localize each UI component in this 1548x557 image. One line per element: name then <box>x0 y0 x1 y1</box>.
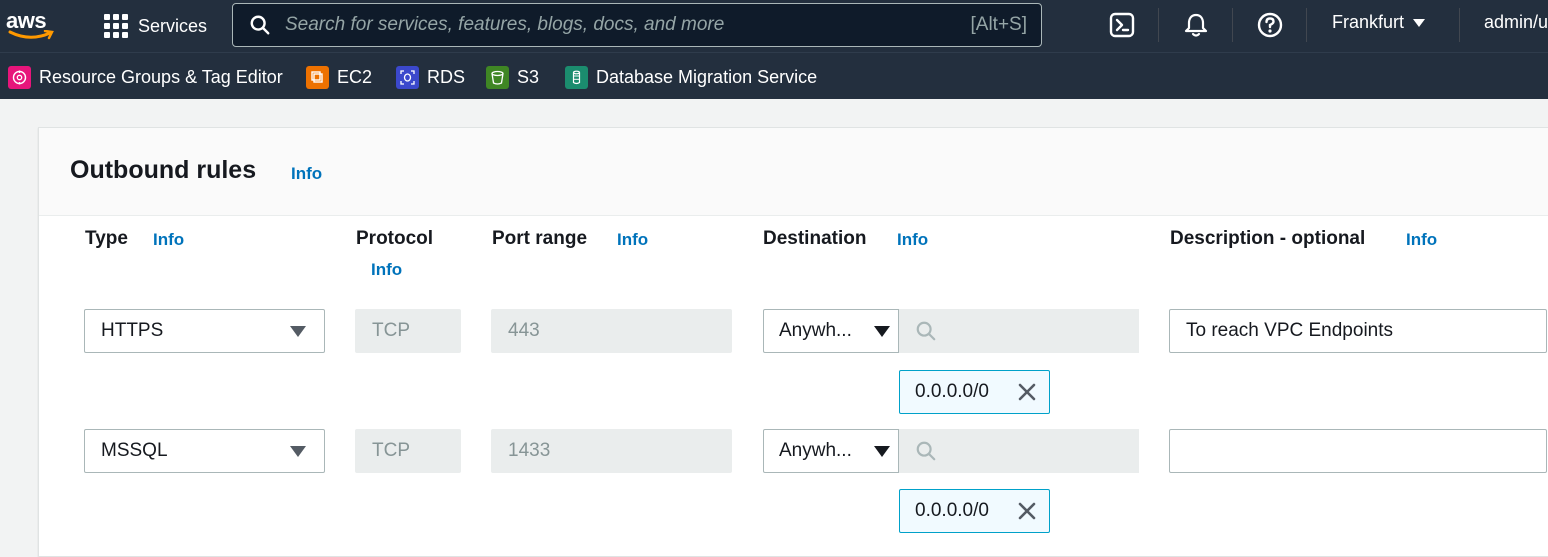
rule-type-select[interactable]: HTTPS <box>84 309 325 353</box>
panel-header: Outbound rules Info <box>39 128 1548 216</box>
nav-divider <box>1158 8 1159 42</box>
rds-icon <box>396 65 419 89</box>
search-icon <box>250 15 270 35</box>
caret-down-icon <box>1413 18 1426 27</box>
caret-down-icon <box>290 326 306 337</box>
rule-destination-cidr-search[interactable] <box>899 429 1139 473</box>
port-range-info-link[interactable]: Info <box>617 230 648 250</box>
type-info-link[interactable]: Info <box>153 230 184 250</box>
rule-type-value: MSSQL <box>101 440 168 461</box>
column-header-port-range: Port range <box>492 228 588 249</box>
aws-logo[interactable]: aws <box>6 8 56 42</box>
rule-description-input[interactable] <box>1169 309 1547 353</box>
services-menu-button[interactable]: Services <box>104 12 207 40</box>
services-grid-icon <box>104 14 128 38</box>
bell-icon[interactable] <box>1182 11 1210 39</box>
nav-divider <box>1306 8 1307 42</box>
favorite-label: RDS <box>427 66 466 87</box>
column-header-protocol: Protocol <box>356 228 434 249</box>
favorite-label: Database Migration Service <box>596 66 818 87</box>
favorite-resource-groups[interactable]: Resource Groups & Tag Editor <box>8 65 283 89</box>
cloudshell-icon[interactable] <box>1108 11 1136 39</box>
rule-destination-select[interactable]: Anywh... <box>763 309 899 353</box>
description-info-link[interactable]: Info <box>1406 230 1437 250</box>
nav-divider <box>1232 8 1233 42</box>
rule-type-select[interactable]: MSSQL <box>84 429 325 473</box>
rule-destination-cidr-search[interactable] <box>899 309 1139 353</box>
nav-divider <box>1459 8 1460 42</box>
cidr-token: 0.0.0.0/0 <box>899 370 1050 414</box>
caret-down-icon <box>874 446 890 457</box>
services-label: Services <box>138 15 208 36</box>
rule-protocol-field: TCP <box>355 429 461 473</box>
cidr-token-value: 0.0.0.0/0 <box>915 500 989 521</box>
favorites-bar: Resource Groups & Tag Editor EC2 RDS S3 … <box>0 52 1548 99</box>
search-shortcut-hint: [Alt+S] <box>970 14 1028 35</box>
rule-port-range-field: 443 <box>491 309 732 353</box>
close-icon[interactable] <box>1017 382 1037 402</box>
resource-groups-icon <box>8 65 31 89</box>
close-icon[interactable] <box>1017 501 1037 521</box>
caret-down-icon <box>874 326 890 337</box>
rule-port-range-field: 1433 <box>491 429 732 473</box>
rule-destination-select[interactable]: Anywh... <box>763 429 899 473</box>
global-search[interactable]: [Alt+S] <box>232 3 1042 47</box>
protocol-info-link[interactable]: Info <box>371 260 402 280</box>
cidr-token-value: 0.0.0.0/0 <box>915 381 989 402</box>
help-icon[interactable] <box>1256 11 1284 39</box>
favorite-s3[interactable]: S3 <box>486 65 540 89</box>
aws-smile-icon <box>8 30 54 40</box>
favorite-rds[interactable]: RDS <box>396 65 466 89</box>
region-label: Frankfurt <box>1332 12 1405 32</box>
panel-title: Outbound rules <box>70 156 257 184</box>
rule-description-input[interactable] <box>1169 429 1547 473</box>
s3-icon <box>486 65 509 89</box>
favorite-label: Resource Groups & Tag Editor <box>39 66 283 87</box>
cidr-token: 0.0.0.0/0 <box>899 489 1050 533</box>
caret-down-icon <box>290 446 306 457</box>
favorite-label: EC2 <box>337 66 373 87</box>
account-menu[interactable]: admin/u <box>1484 12 1548 33</box>
search-icon <box>916 441 936 461</box>
outbound-rules-panel: Outbound rules Info Type Info Protocol I… <box>38 127 1548 557</box>
rule-type-value: HTTPS <box>101 320 164 341</box>
rule-destination-value: Anywh... <box>779 320 852 341</box>
column-header-type: Type <box>85 228 128 249</box>
destination-info-link[interactable]: Info <box>897 230 928 250</box>
dms-icon <box>565 65 588 89</box>
search-icon <box>916 321 936 341</box>
search-input[interactable] <box>271 14 971 36</box>
top-navigation: aws Services [Alt+S] Frankfurt <box>0 0 1548 52</box>
column-header-description: Description - optional <box>1170 228 1366 249</box>
column-header-destination: Destination <box>763 228 867 249</box>
rule-protocol-field: TCP <box>355 309 461 353</box>
favorite-ec2[interactable]: EC2 <box>306 65 373 89</box>
ec2-icon <box>306 65 329 89</box>
favorite-dms[interactable]: Database Migration Service <box>565 65 818 89</box>
outbound-rules-info-link[interactable]: Info <box>291 164 322 184</box>
rule-destination-value: Anywh... <box>779 440 852 461</box>
favorite-label: S3 <box>517 66 540 87</box>
region-selector[interactable]: Frankfurt <box>1332 12 1426 33</box>
